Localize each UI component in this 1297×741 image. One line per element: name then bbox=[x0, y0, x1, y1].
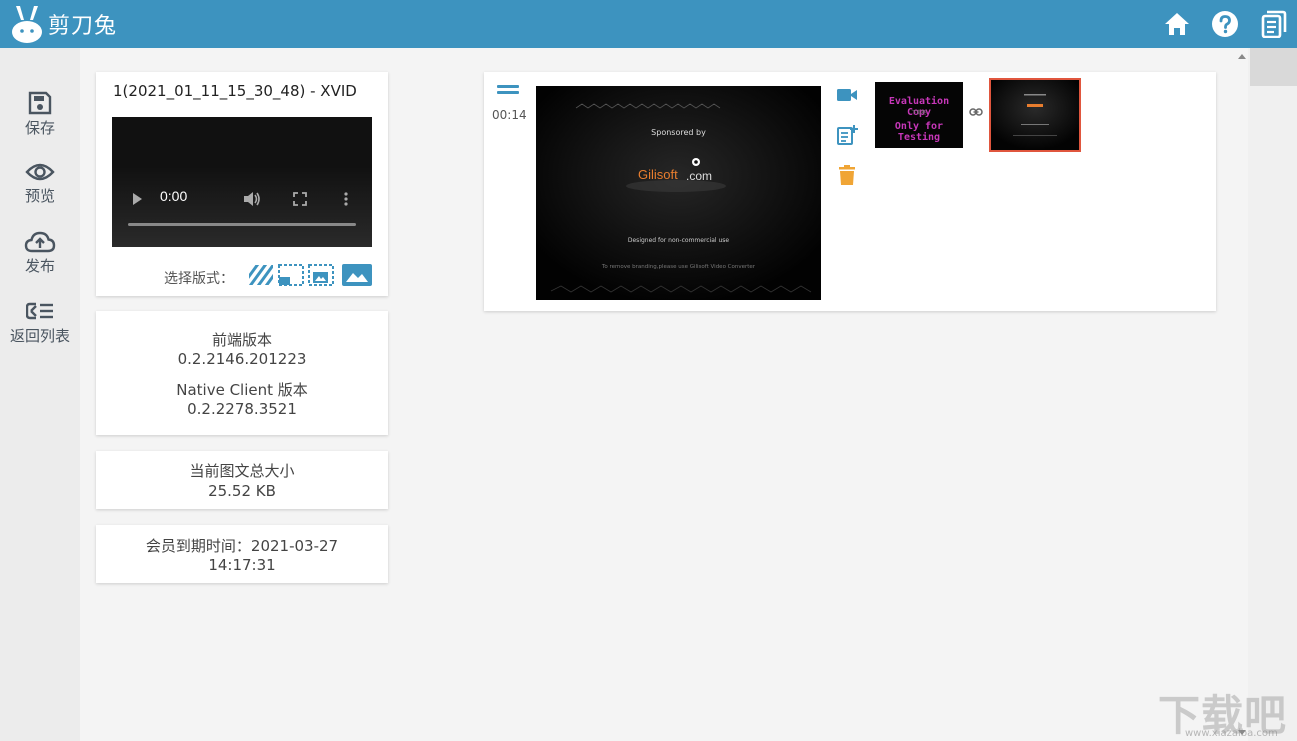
play-icon[interactable] bbox=[131, 192, 143, 206]
fullscreen-icon[interactable] bbox=[293, 192, 307, 206]
size-value: 25.52 KB bbox=[208, 482, 276, 500]
sidebar-item-label: 预览 bbox=[24, 187, 55, 205]
player-time: 0:00 bbox=[160, 188, 188, 204]
book-icon[interactable] bbox=[1259, 10, 1287, 38]
video-card: 1(2021_01_11_15_30_48) - XVID 0:00 选择版式： bbox=[96, 72, 388, 296]
add-note-icon[interactable] bbox=[836, 124, 858, 146]
editor-card: 00:14 Sponsored by Gilisoft .com Designe… bbox=[484, 72, 1216, 311]
app-title: 剪刀兔 bbox=[48, 14, 118, 39]
thumbnail-selected-frame[interactable] bbox=[989, 78, 1081, 152]
more-options-icon[interactable] bbox=[344, 191, 348, 207]
member-card: 会员到期时间：2021-03-27 14:17:31 bbox=[96, 525, 388, 583]
version-card: 前端版本 0.2.2146.201223 Native Client 版本 0.… bbox=[96, 311, 388, 435]
size-label: 当前图文总大小 bbox=[189, 462, 295, 480]
image-box-layout-icon[interactable] bbox=[308, 264, 334, 286]
member-expiry-line2: 14:17:31 bbox=[208, 556, 276, 574]
video-player[interactable]: 0:00 bbox=[112, 117, 372, 247]
stripes-layout-icon[interactable] bbox=[248, 264, 274, 286]
scrollbar-thumb[interactable] bbox=[1250, 48, 1297, 86]
sidebar-item-label: 保存 bbox=[24, 119, 55, 137]
layout-label: 选择版式： bbox=[164, 271, 234, 287]
sidebar-item-back-list[interactable]: 返回列表 bbox=[0, 300, 80, 360]
home-icon[interactable] bbox=[1163, 10, 1191, 38]
clip-video-frame[interactable]: Sponsored by Gilisoft .com Designed for … bbox=[536, 86, 821, 300]
vertical-scrollbar[interactable] bbox=[1248, 48, 1297, 741]
watermark-url: www.xiazaiba.com bbox=[1185, 728, 1278, 739]
player-progress-bar[interactable] bbox=[128, 223, 356, 226]
thumb-text-line3: Only for Testing bbox=[894, 121, 944, 143]
video-camera-icon[interactable] bbox=[836, 84, 858, 106]
sidebar: 保存 预览 发布 返回列表 bbox=[0, 48, 80, 741]
native-version-value: 0.2.2278.3521 bbox=[187, 400, 297, 418]
frame-sponsored-text: Sponsored by bbox=[651, 128, 706, 137]
thumb-frame-preview bbox=[991, 80, 1079, 150]
sidebar-item-label: 发布 bbox=[24, 257, 55, 275]
sidebar-item-label: 返回列表 bbox=[9, 327, 70, 345]
thumbnail-evaluation[interactable]: Evaluation Copy 下载吧 Only for Testing bbox=[875, 82, 963, 148]
sidebar-item-save[interactable]: 保存 bbox=[0, 90, 80, 150]
frame-designed-text: Designed for non-commercial use bbox=[627, 237, 730, 244]
thumb-text-line2: 下载吧 bbox=[911, 110, 927, 116]
drag-handle-icon[interactable] bbox=[497, 85, 519, 95]
cloud-upload-icon bbox=[24, 231, 56, 253]
eye-icon bbox=[25, 163, 55, 181]
sidebar-item-preview[interactable]: 预览 bbox=[0, 160, 80, 220]
top-bar: 剪刀兔 bbox=[0, 0, 1297, 48]
frontend-version-value: 0.2.2146.201223 bbox=[177, 350, 307, 368]
video-title: 1(2021_01_11_15_30_48) - XVID bbox=[113, 82, 357, 100]
save-icon bbox=[28, 91, 52, 115]
sidebar-item-publish[interactable]: 发布 bbox=[0, 230, 80, 290]
size-card: 当前图文总大小 25.52 KB bbox=[96, 451, 388, 509]
frame-brand-suffix: .com bbox=[686, 169, 713, 183]
rabbit-logo-icon bbox=[12, 6, 42, 43]
frontend-version-label: 前端版本 bbox=[211, 331, 272, 349]
native-version-label: Native Client 版本 bbox=[176, 381, 308, 399]
help-icon[interactable] bbox=[1211, 10, 1239, 38]
member-expiry-line1: 会员到期时间：2021-03-27 bbox=[145, 537, 339, 555]
player-controls-bg bbox=[112, 167, 372, 247]
link-icon[interactable] bbox=[969, 107, 983, 117]
text-bottom-layout-icon[interactable] bbox=[278, 264, 304, 286]
volume-icon[interactable] bbox=[243, 191, 261, 207]
image-full-layout-icon[interactable] bbox=[342, 264, 372, 286]
frame-remove-text: To remove branding,please use Gilisoft V… bbox=[601, 264, 756, 270]
clip-time: 00:14 bbox=[492, 108, 527, 122]
scroll-up-arrow-icon[interactable] bbox=[1237, 52, 1247, 60]
back-list-icon bbox=[26, 302, 53, 320]
frame-brand-text: Gilisoft bbox=[638, 167, 678, 182]
main-area: 1(2021_01_11_15_30_48) - XVID 0:00 选择版式：… bbox=[80, 48, 1248, 741]
trash-icon[interactable] bbox=[836, 164, 858, 186]
